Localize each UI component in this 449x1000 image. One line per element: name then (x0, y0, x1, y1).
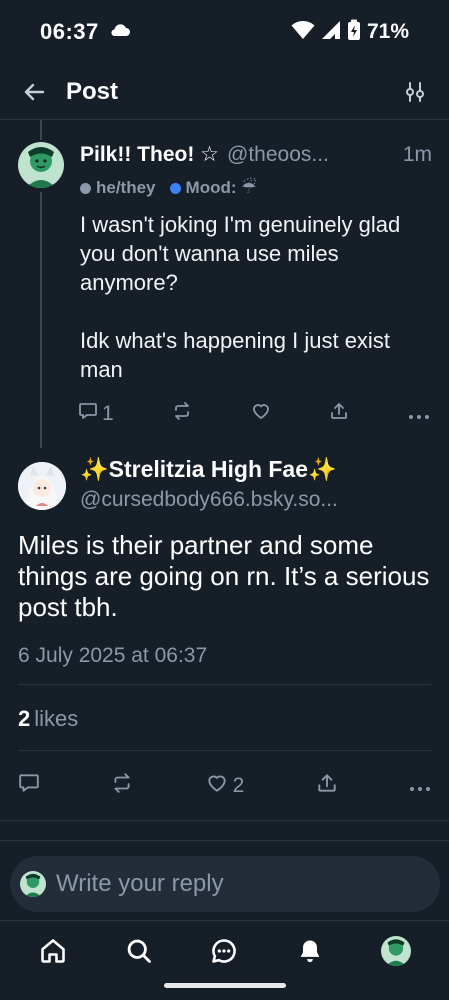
reply-button[interactable]: 1 (78, 401, 114, 427)
parent-post[interactable]: Pilk!! Theo! ☆ @theoos... 1m he/they Moo… (0, 120, 449, 450)
divider (0, 840, 449, 841)
share-icon (316, 772, 338, 800)
author-name[interactable]: ✨Strelitzia High Fae✨ (80, 456, 337, 483)
heart-icon (251, 401, 271, 427)
reply-composer[interactable]: Write your reply (10, 856, 440, 912)
bottom-nav (0, 920, 449, 980)
divider (0, 820, 449, 821)
like-button[interactable]: 2 (205, 772, 245, 800)
post-header: Post (0, 64, 449, 120)
repost-icon (111, 772, 133, 800)
more-icon (408, 402, 430, 426)
wifi-icon (291, 20, 315, 45)
reply-button[interactable] (18, 772, 40, 800)
heart-icon (205, 772, 229, 800)
likes-count: 2 (18, 706, 31, 731)
post-actions: 2 (18, 772, 431, 800)
avatar[interactable] (18, 142, 64, 188)
bell-icon[interactable] (292, 933, 328, 969)
more-button[interactable] (409, 774, 431, 798)
reply-input[interactable]: Write your reply (56, 870, 224, 898)
sliders-icon[interactable] (401, 78, 429, 106)
repost-button[interactable] (172, 401, 192, 427)
pronouns-label: he/they (96, 178, 156, 197)
post-text: I wasn't joking I'm genuinely glad you d… (80, 210, 430, 384)
home-icon[interactable] (35, 933, 71, 969)
home-indicator[interactable] (164, 983, 286, 988)
like-button[interactable] (251, 401, 271, 427)
pronouns-dot-icon (80, 182, 91, 194)
share-icon (329, 401, 349, 427)
reply-icon (18, 772, 40, 800)
mood-dot-icon (169, 182, 181, 194)
like-count: 2 (232, 774, 245, 797)
battery-charging-icon (347, 19, 361, 46)
cloud-icon (109, 23, 131, 42)
share-button[interactable] (329, 401, 349, 427)
status-time: 06:37 (40, 19, 99, 44)
author-name[interactable]: Pilk!! Theo! ☆ (80, 142, 219, 167)
mood-tag: Mood: ☔ (169, 178, 257, 198)
battery-percent: 71% (366, 20, 409, 43)
avatar[interactable] (18, 462, 66, 510)
search-icon[interactable] (121, 933, 157, 969)
share-button[interactable] (316, 772, 338, 800)
post-paragraph: Idk what's happening I just exist man (80, 328, 390, 382)
page-title: Post (66, 77, 119, 105)
author-handle[interactable]: @theoos... (227, 143, 401, 167)
likes-label: likes (34, 706, 79, 731)
chat-icon[interactable] (206, 933, 242, 969)
author-handle[interactable]: @cursedbody666.bsky.so... (80, 488, 432, 512)
status-bar: 06:37 71% (0, 0, 449, 64)
divider (18, 684, 431, 685)
pronouns-tag: he/they (80, 178, 156, 198)
reply-count: 1 (102, 402, 114, 425)
post-paragraph: I wasn't joking I'm genuinely glad you d… (80, 212, 401, 295)
post-actions: 1 (78, 400, 430, 428)
arrow-left-icon[interactable] (20, 78, 48, 106)
divider (18, 750, 431, 751)
reply-icon (78, 401, 98, 427)
signal-icon (321, 20, 341, 45)
profile-avatar[interactable] (378, 933, 414, 969)
mood-label: Mood: ☔ (185, 178, 257, 197)
more-button[interactable] (408, 402, 430, 426)
post-date: 6 July 2025 at 06:37 (18, 644, 208, 667)
avatar (20, 871, 46, 897)
post-timestamp: 1m (402, 143, 432, 166)
repost-button[interactable] (111, 772, 133, 800)
likes-summary[interactable]: 2 likes (18, 706, 78, 732)
repost-icon (172, 401, 192, 427)
post-text: Miles is their partner and some things a… (18, 530, 430, 622)
more-icon (409, 774, 431, 798)
